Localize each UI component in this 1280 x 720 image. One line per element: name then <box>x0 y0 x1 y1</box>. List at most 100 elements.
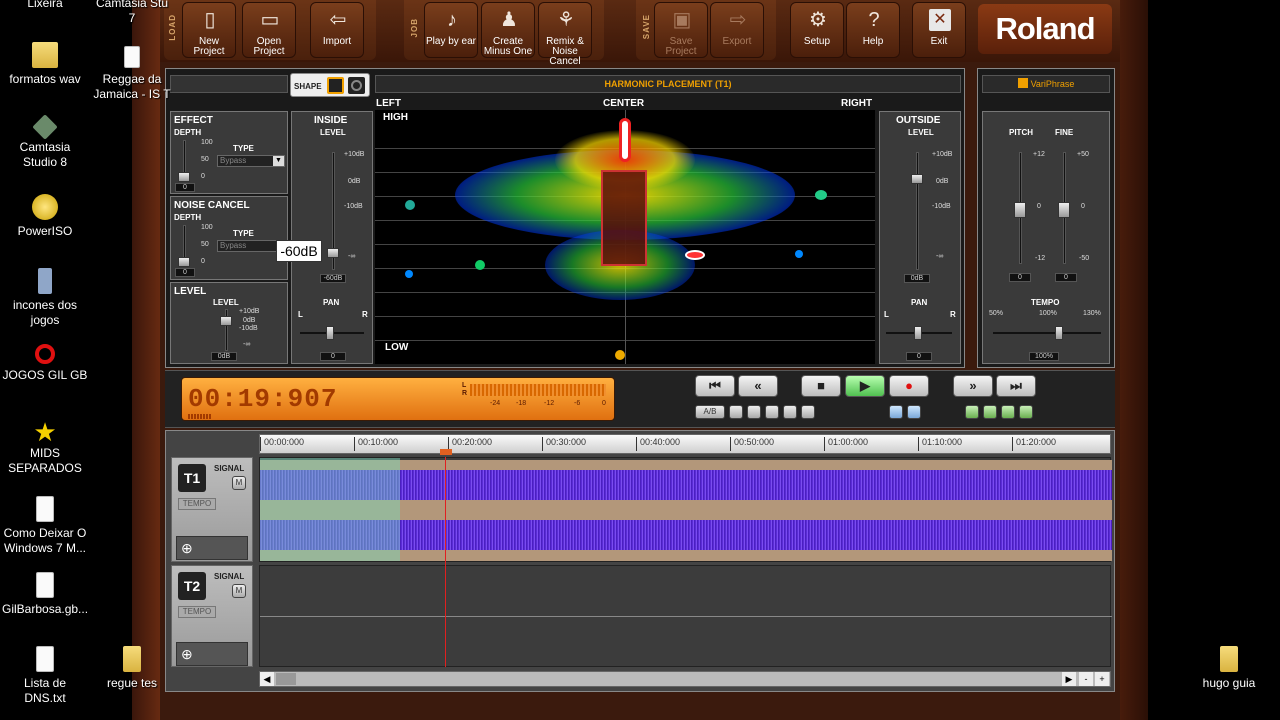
marker-a-button[interactable] <box>729 405 743 419</box>
mute-button[interactable]: M <box>232 584 246 598</box>
fine-scale: 0 <box>1081 203 1085 210</box>
marker-prev-button[interactable] <box>765 405 779 419</box>
pitch-knob[interactable] <box>1014 202 1026 218</box>
square-shape-icon[interactable] <box>327 77 344 94</box>
scroll-left-icon[interactable]: ◀ <box>260 672 274 686</box>
desktop-icon-hugo[interactable]: hugo guia <box>1186 646 1272 691</box>
inside-region[interactable] <box>601 170 647 266</box>
zoom-in-icon[interactable]: + <box>1095 672 1109 686</box>
harmonic-blob <box>475 260 485 270</box>
loop-button[interactable] <box>889 405 903 419</box>
zoom-out-icon[interactable]: - <box>1079 672 1093 686</box>
exit-button[interactable]: ✕ Exit <box>912 2 966 58</box>
desktop-icon-gilbarbosa[interactable]: GilBarbosa.gb... <box>2 572 88 617</box>
desktop-icon-folder[interactable]: formatos wav <box>2 42 88 87</box>
ab-button[interactable]: A/B <box>695 405 725 419</box>
outside-pan-value: 0 <box>906 352 932 361</box>
create-minus-one-button[interactable]: ♟ Create Minus One <box>481 2 535 58</box>
desktop-icon-regue[interactable]: regue tes <box>92 646 172 691</box>
tempo-toggle[interactable]: TEMPO <box>178 498 216 510</box>
noise-depth-knob[interactable] <box>178 257 190 267</box>
inside-level-knob[interactable] <box>327 248 339 258</box>
marker-clear-button[interactable] <box>801 405 815 419</box>
chord-1-button[interactable] <box>965 405 979 419</box>
setup-button[interactable]: ⚙ Setup <box>790 2 844 58</box>
desktop-icon-camtasia7[interactable]: Camtasia Stu 7 <box>92 0 172 26</box>
close-icon: ✕ <box>929 9 951 31</box>
folder-icon <box>123 646 141 672</box>
remix-noise-cancel-button[interactable]: ⚘ Remix & Noise Cancel <box>538 2 592 67</box>
zoom-area[interactable]: ⊕ <box>176 536 248 560</box>
desktop-icon-jogos[interactable]: JOGOS GIL GB <box>2 344 88 383</box>
document-icon <box>36 496 54 522</box>
track-lane-t2[interactable] <box>259 565 1112 667</box>
gear-icon: ⚙ <box>809 9 827 31</box>
desktop-icon-poweriso[interactable]: PowerISO <box>2 194 88 239</box>
level-knob[interactable] <box>220 316 232 326</box>
go-to-start-button[interactable]: ⏮ <box>695 375 735 397</box>
desktop-icon-recycle[interactable]: Lixeira <box>2 0 88 11</box>
play-button[interactable]: ▶ <box>845 375 885 397</box>
track-lane-t1[interactable] <box>259 457 1112 562</box>
fine-label: FINE <box>1055 128 1074 137</box>
stop-button[interactable]: ■ <box>801 375 841 397</box>
pitch-scale: 0 <box>1037 203 1041 210</box>
signal-label: SIGNAL <box>214 464 245 473</box>
record-button[interactable]: ● <box>889 375 929 397</box>
noise-scale: 0 <box>201 258 205 265</box>
time-ruler[interactable]: 00:00:000 00:10:000 00:20:000 00:30:000 … <box>259 434 1111 455</box>
track-id-badge[interactable]: T2 <box>178 572 206 600</box>
fine-knob[interactable] <box>1058 202 1070 218</box>
desktop-icon-como[interactable]: Como Deixar O Windows 7 M... <box>2 496 88 556</box>
desktop-icon-reggae[interactable]: Reggae da Jamaica - IS T <box>92 46 172 102</box>
desktop-icon-mids[interactable]: ★ MIDS SEPARADOS <box>2 418 88 476</box>
desktop-icon-label: incones dos jogos <box>12 298 78 327</box>
ruler-tick: 00:00:000 <box>260 437 304 451</box>
scroll-right-icon[interactable]: ▶ <box>1062 672 1076 686</box>
horizontal-scrollbar[interactable]: ◀ ▶ - + <box>259 671 1111 687</box>
save-project-button[interactable]: ▣ Save Project <box>654 2 708 58</box>
inside-scale: +10dB <box>344 151 365 158</box>
export-button[interactable]: ⇨ Export <box>710 2 764 58</box>
selection-region[interactable] <box>260 458 400 561</box>
chord-clear-button[interactable] <box>1019 405 1033 419</box>
harmonic-placement-display[interactable]: HIGH LOW <box>375 110 875 364</box>
time-display: 00:19:907 L R -24 -18 -12 -6 0 <box>181 377 615 421</box>
open-project-button[interactable]: ▭ Open Project <box>242 2 296 58</box>
marker-next-button[interactable] <box>783 405 797 419</box>
desktop-icon-dns[interactable]: Lista de DNS.txt <box>2 646 88 706</box>
desktop-icon-label: Lixeira <box>27 0 63 10</box>
effect-type-select[interactable]: Bypass ▼ <box>217 155 285 167</box>
tempo-knob[interactable] <box>1055 326 1063 340</box>
rewind-button[interactable]: « <box>738 375 778 397</box>
inside-pan-knob[interactable] <box>326 326 334 340</box>
track-id-badge[interactable]: T1 <box>178 464 206 492</box>
fast-forward-button[interactable]: » <box>953 375 993 397</box>
effect-depth-knob[interactable] <box>178 172 190 182</box>
outside-pan-knob[interactable] <box>914 326 922 340</box>
chord-3-button[interactable] <box>1001 405 1015 419</box>
tempo-track[interactable] <box>993 332 1101 334</box>
noise-type-select[interactable]: Bypass <box>217 240 285 252</box>
circle-shape-icon[interactable] <box>348 77 365 94</box>
import-button[interactable]: ⇦ Import <box>310 2 364 58</box>
noise-type-label: TYPE <box>233 229 254 238</box>
inside-pan-label: PAN <box>323 298 340 307</box>
new-project-button[interactable]: ▯ New Project <box>182 2 236 58</box>
playhead-marker[interactable] <box>440 449 452 455</box>
desktop-icon-incones[interactable]: incones dos jogos <box>2 268 88 328</box>
loop-clear-button[interactable] <box>907 405 921 419</box>
go-to-end-button[interactable]: ⏭ <box>996 375 1036 397</box>
desktop-icon-camtasia[interactable]: Camtasia Studio 8 <box>2 114 88 170</box>
zoom-area[interactable]: ⊕ <box>176 642 248 666</box>
shape-label: SHAPE <box>294 82 322 91</box>
outside-level-knob[interactable] <box>911 174 923 184</box>
tempo-toggle[interactable]: TEMPO <box>178 606 216 618</box>
scroll-thumb[interactable] <box>276 673 296 685</box>
mute-button[interactable]: M <box>232 476 246 490</box>
outside-level-track[interactable] <box>916 152 919 270</box>
help-button[interactable]: ? Help <box>846 2 900 58</box>
marker-b-button[interactable] <box>747 405 761 419</box>
play-by-ear-button[interactable]: ♪ Play by ear <box>424 2 478 58</box>
chord-2-button[interactable] <box>983 405 997 419</box>
